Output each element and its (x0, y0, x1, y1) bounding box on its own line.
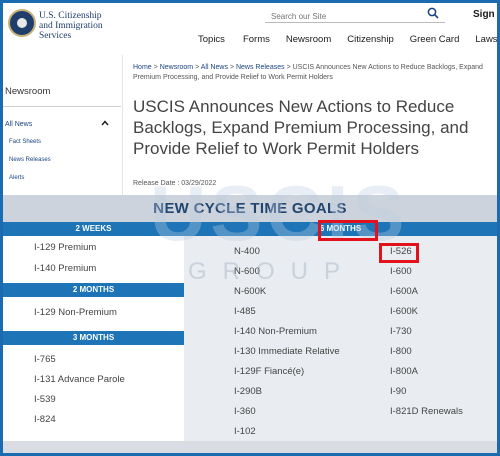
two-months-header: 2 MONTHS (3, 283, 184, 297)
page-title: USCIS Announces New Actions to Reduce Ba… (133, 97, 469, 158)
form-item: I-600A (390, 286, 418, 297)
form-item: I-90 (390, 386, 407, 397)
form-item: N-600K (234, 286, 267, 297)
nav-topics[interactable]: Topics (198, 34, 225, 45)
form-item: I-485 (234, 306, 256, 317)
form-item: I-131 Advance Parole (34, 374, 125, 385)
form-item: I-824 (34, 414, 56, 425)
nav-forms[interactable]: Forms (243, 34, 270, 45)
breadcrumb: Home > Newsroom > All News > News Releas… (133, 63, 497, 83)
cycle-time-goals-graphic: NEW CYCLE TIME GOALS 2 WEEKS I-129 Premi… (3, 195, 497, 453)
sidebar-title: Newsroom (5, 86, 51, 97)
form-item: I-730 (390, 326, 412, 337)
chevron-up-icon[interactable] (101, 119, 109, 127)
breadcrumb-separator: > (195, 64, 200, 71)
release-date: Release Date : 03/29/2022 (133, 180, 217, 187)
form-item: I-539 (34, 394, 56, 405)
form-item: I-600K (390, 306, 418, 317)
form-item: N-400 (234, 246, 260, 257)
form-item: I-102 (234, 426, 256, 437)
site-header: U.S. Citizenship and Immigration Service… (3, 3, 500, 55)
three-months-header: 3 MONTHS (3, 331, 184, 345)
bottom-strip (3, 441, 497, 453)
form-item: I-800A (390, 366, 418, 377)
nav-green-card[interactable]: Green Card (410, 34, 460, 45)
sidebar-item-all-news[interactable]: All News (5, 121, 32, 128)
form-item: I-140 Premium (34, 263, 97, 274)
agency-line-2: and Immigration (39, 21, 103, 31)
search-box (265, 6, 445, 25)
highlight-box-six-months (318, 220, 378, 241)
nav-newsroom[interactable]: Newsroom (286, 34, 331, 45)
goals-banner: NEW CYCLE TIME GOALS (3, 195, 497, 222)
form-item: I-821D Renewals (390, 406, 463, 417)
agency-line-3: Services (39, 31, 72, 41)
search-icon[interactable] (427, 7, 439, 19)
sidebar-item-news-releases[interactable]: News Releases (9, 157, 51, 163)
main-nav: Topics Forms Newsroom Citizenship Green … (198, 34, 500, 45)
agency-line-1: U.S. Citizenship (39, 11, 102, 21)
highlight-box-i-526 (379, 243, 419, 263)
form-item: I-129F Fiancé(e) (234, 366, 305, 377)
form-item: I-360 (234, 406, 256, 417)
search-input[interactable] (265, 8, 415, 25)
sidebar-item-alerts[interactable]: Alerts (9, 175, 24, 181)
agency-name[interactable]: U.S. Citizenship and Immigration Service… (39, 11, 129, 41)
form-item: I-290B (234, 386, 262, 397)
form-item: I-765 (34, 354, 56, 365)
sign-in-link[interactable]: Sign In (473, 9, 500, 20)
left-goals-panel: 2 WEEKS I-129 Premium I-140 Premium 2 MO… (3, 222, 184, 441)
form-item: I-129 Non-Premium (34, 307, 117, 318)
form-item: I-130 Immediate Relative (234, 346, 340, 357)
nav-laws[interactable]: Laws (475, 34, 497, 45)
form-item: I-129 Premium (34, 242, 97, 253)
breadcrumb-separator: > (286, 64, 291, 71)
two-weeks-header: 2 WEEKS (3, 222, 184, 236)
form-item: I-140 Non-Premium (234, 326, 317, 337)
breadcrumb-separator: > (229, 64, 235, 71)
nav-citizenship[interactable]: Citizenship (347, 34, 393, 45)
breadcrumb-all-news[interactable]: All News (201, 64, 228, 71)
sidebar: Newsroom All News Fact Sheets News Relea… (3, 55, 123, 195)
form-item: N-600 (234, 266, 260, 277)
six-months-panel: 6 MONTHS N-400 N-600 N-600K I-485 I-140 … (184, 222, 497, 441)
form-item: I-800 (390, 346, 412, 357)
sidebar-item-fact-sheets[interactable]: Fact Sheets (9, 139, 41, 145)
breadcrumb-home[interactable]: Home (133, 64, 152, 71)
breadcrumb-separator: > (153, 64, 158, 71)
dhs-seal-logo[interactable] (8, 9, 36, 37)
form-item: I-600 (390, 266, 412, 277)
sidebar-divider (3, 106, 121, 107)
breadcrumb-news-releases[interactable]: News Releases (236, 64, 285, 71)
breadcrumb-newsroom[interactable]: Newsroom (160, 64, 193, 71)
goals-title: NEW CYCLE TIME GOALS (153, 200, 347, 217)
